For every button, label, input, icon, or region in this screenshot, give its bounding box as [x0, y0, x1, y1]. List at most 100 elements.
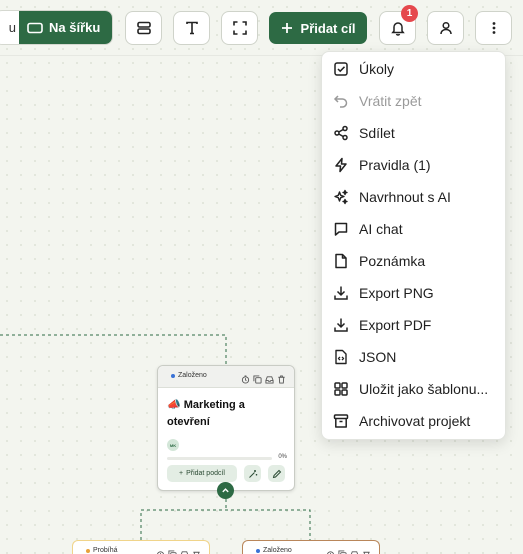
- menu-item-label: Pravidla (1): [359, 157, 431, 173]
- status-badge: Založeno: [256, 547, 292, 554]
- bell-icon: [390, 22, 405, 36]
- inbox-icon[interactable]: [265, 371, 274, 384]
- avatar: MK: [167, 439, 179, 451]
- landscape-icon: [27, 22, 43, 33]
- view-toggle-left[interactable]: u: [0, 11, 19, 44]
- timer-icon[interactable]: [156, 546, 165, 554]
- menu-item-export-png[interactable]: Export PNG: [322, 277, 505, 309]
- lightning-icon: [335, 157, 347, 173]
- more-button[interactable]: [475, 11, 512, 45]
- menu-item-json[interactable]: JSON: [322, 341, 505, 373]
- menu-item-tasks[interactable]: Úkoly: [322, 53, 505, 85]
- menu-item-rules[interactable]: Pravidla (1): [322, 149, 505, 181]
- card-emoji: 📣: [167, 399, 181, 411]
- layout-button[interactable]: [125, 11, 162, 45]
- menu-item-archive[interactable]: Archivovat projekt: [322, 405, 505, 437]
- menu-item-label: AI chat: [359, 221, 403, 237]
- ai-wand-button[interactable]: [244, 465, 261, 482]
- checkbox-icon: [334, 62, 348, 76]
- timer-icon[interactable]: [241, 371, 250, 384]
- note-icon: [335, 253, 347, 269]
- add-subgoal-label: Přidat podcíl: [186, 470, 225, 477]
- chat-icon: [334, 222, 348, 236]
- archive-icon: [333, 414, 349, 428]
- trash-icon[interactable]: [362, 546, 371, 554]
- sparkles-icon: [334, 189, 348, 205]
- card-actions: [326, 546, 371, 554]
- view-toggle: u Na šířku: [0, 10, 113, 45]
- notification-badge: 1: [401, 5, 418, 22]
- toolbar: u Na šířku Přidat cíl 1: [0, 0, 523, 56]
- status-label: Založeno: [263, 547, 292, 554]
- more-icon: [492, 22, 495, 34]
- menu-item-ai-chat[interactable]: AI chat: [322, 213, 505, 245]
- chevron-up-icon: [222, 488, 229, 493]
- copy-icon[interactable]: [338, 546, 347, 554]
- menu-item-label: Poznámka: [359, 253, 426, 269]
- child-card-in-progress[interactable]: Probíhá: [72, 540, 210, 554]
- connector-children: [140, 499, 311, 540]
- menu-item-label: Archivovat projekt: [359, 413, 471, 429]
- menu-item-label: Sdílet: [359, 125, 395, 141]
- inbox-icon[interactable]: [350, 546, 359, 554]
- text-button[interactable]: [173, 11, 210, 45]
- view-toggle-landscape[interactable]: Na šířku: [19, 11, 112, 44]
- status-label: Probíhá: [93, 547, 118, 554]
- menu-item-export-pdf[interactable]: Export PDF: [322, 309, 505, 341]
- edit-button[interactable]: [268, 465, 285, 482]
- menu-item-label: Export PDF: [359, 317, 432, 333]
- menu-item-share[interactable]: Sdílet: [322, 117, 505, 149]
- fullscreen-button[interactable]: [221, 11, 258, 45]
- download-icon: [334, 318, 348, 332]
- progress-bar: [167, 457, 272, 460]
- pencil-icon: [272, 469, 281, 478]
- add-subgoal-button[interactable]: + Přidat podcíl: [167, 465, 237, 482]
- card-actions: [156, 546, 201, 554]
- card-title: 📣 Marketing a otevření: [167, 397, 287, 431]
- child-card-created[interactable]: Založeno: [242, 540, 380, 554]
- layout-icon: [136, 21, 151, 35]
- menu-item-save-template[interactable]: Uložit jako šablonu...: [322, 373, 505, 405]
- copy-icon[interactable]: [253, 371, 262, 384]
- status-badge: Probíhá: [86, 547, 118, 554]
- fullscreen-icon: [232, 21, 247, 35]
- download-icon: [334, 286, 348, 300]
- menu-item-label: JSON: [359, 349, 397, 365]
- status-label: Založeno: [178, 372, 207, 379]
- progress-label: 0%: [278, 454, 287, 460]
- connector-parent: [0, 334, 227, 365]
- menu-item-label: Úkoly: [359, 61, 395, 77]
- code-file-icon: [335, 349, 347, 365]
- goal-card[interactable]: Založeno 📣 Marketing a otevření MK 0% + P…: [157, 365, 295, 491]
- wand-icon: [248, 469, 257, 478]
- trash-icon[interactable]: [192, 546, 201, 554]
- notifications-button[interactable]: 1: [379, 5, 418, 45]
- collapse-button[interactable]: [217, 482, 234, 499]
- card-actions: [241, 371, 286, 384]
- inbox-icon[interactable]: [180, 546, 189, 554]
- view-right-label: Na šířku: [49, 20, 101, 35]
- template-icon: [334, 382, 348, 396]
- trash-icon[interactable]: [277, 371, 286, 384]
- menu-item-undo[interactable]: Vrátit zpět: [322, 85, 505, 117]
- text-icon: [185, 21, 198, 35]
- status-dot: [86, 548, 90, 553]
- menu-item-suggest-ai[interactable]: Navrhnout s AI: [322, 181, 505, 213]
- plus-icon: [281, 23, 292, 33]
- plus-icon: +: [178, 470, 184, 477]
- status-dot: [256, 548, 260, 553]
- status-badge: Založeno: [171, 372, 207, 379]
- share-icon: [334, 125, 348, 141]
- timer-icon[interactable]: [326, 546, 335, 554]
- view-left-label: u: [8, 20, 16, 35]
- user-button[interactable]: [427, 11, 464, 45]
- menu-item-label: Navrhnout s AI: [359, 189, 451, 205]
- status-dot: [171, 373, 175, 378]
- add-goal-button[interactable]: Přidat cíl: [269, 12, 367, 44]
- user-icon: [439, 21, 452, 35]
- menu-item-label: Uložit jako šablonu...: [359, 381, 489, 397]
- card-header: Založeno: [158, 366, 294, 388]
- copy-icon[interactable]: [168, 546, 177, 554]
- menu-item-note[interactable]: Poznámka: [322, 245, 505, 277]
- undo-icon: [333, 95, 348, 108]
